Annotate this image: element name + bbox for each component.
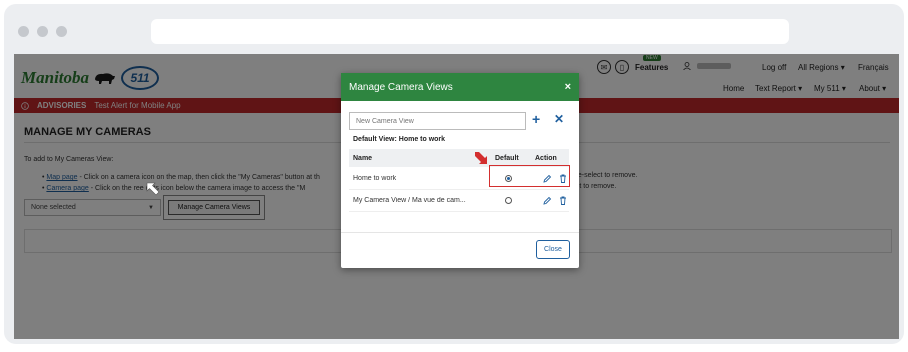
red-arrow-icon [475, 152, 487, 164]
trash-icon[interactable] [558, 195, 568, 206]
close-window-dot[interactable] [18, 26, 29, 37]
modal-header: Manage Camera Views × [341, 73, 579, 101]
minimize-window-dot[interactable] [37, 26, 48, 37]
cancel-icon[interactable]: ✕ [554, 112, 564, 126]
column-name: Name [353, 155, 373, 162]
highlight-box [489, 165, 570, 187]
modal-title: Manage Camera Views [349, 81, 453, 93]
default-view-label: Default View: Home to work [353, 136, 446, 143]
footer-divider [341, 232, 579, 233]
row-name: Home to work [353, 175, 397, 182]
window-controls [18, 26, 67, 37]
pencil-icon[interactable] [542, 195, 552, 206]
new-camera-view-input[interactable] [349, 112, 526, 130]
page-viewport: Manitoba 511 ✉ ▯ NEW Features Log off Al… [14, 54, 899, 339]
close-button[interactable]: Close [536, 240, 570, 259]
browser-window: Manitoba 511 ✉ ▯ NEW Features Log off Al… [4, 4, 904, 344]
white-arrow-icon [146, 182, 160, 196]
column-action: Action [535, 155, 557, 162]
column-default: Default [495, 155, 519, 162]
maximize-window-dot[interactable] [56, 26, 67, 37]
table-row: My Camera View / Ma vue de cam... [349, 190, 569, 212]
add-icon[interactable]: + [532, 111, 540, 127]
modal-close-icon[interactable]: × [565, 81, 571, 93]
default-radio[interactable] [505, 197, 512, 204]
row-name: My Camera View / Ma vue de cam... [353, 197, 466, 204]
address-bar[interactable] [151, 19, 789, 44]
